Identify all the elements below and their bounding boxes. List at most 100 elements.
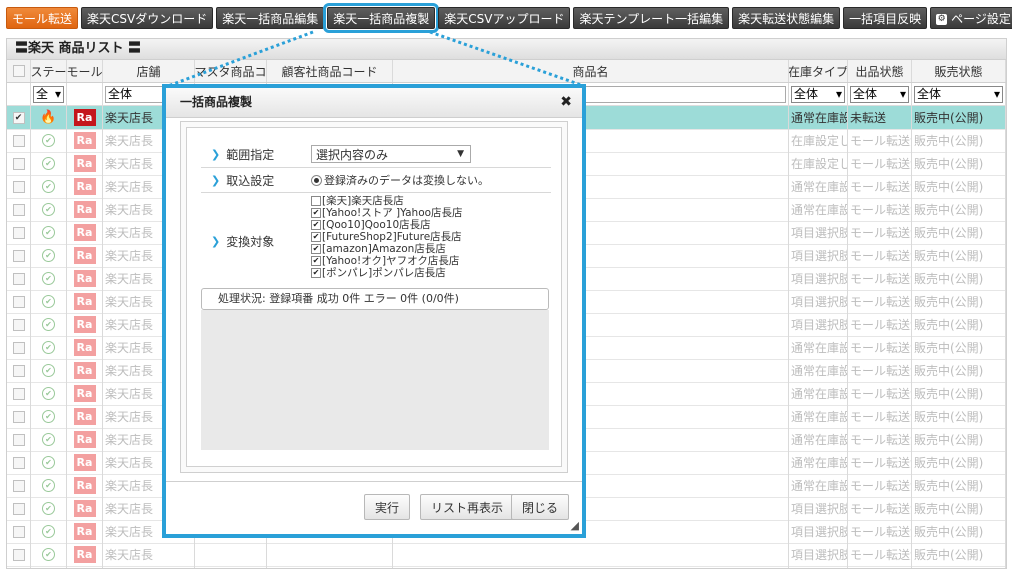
listing-status: モール転送済 bbox=[850, 525, 911, 539]
close-button[interactable]: 閉じる bbox=[511, 494, 570, 520]
check-circle-icon: ✔ bbox=[42, 134, 55, 147]
row-checkbox[interactable] bbox=[12, 364, 25, 377]
rakuten-template-bulk-edit-button[interactable]: 楽天テンプレート一括編集 bbox=[573, 7, 730, 29]
target-option[interactable]: ✔ [Qoo10]Qoo10店長店 bbox=[311, 219, 551, 231]
sales-status: 販売中(公開) bbox=[914, 111, 984, 125]
check-circle-icon: ✔ bbox=[42, 410, 55, 423]
header-mall[interactable]: モール bbox=[67, 60, 103, 82]
header-select-all[interactable] bbox=[7, 60, 31, 82]
target-checkbox-list: [楽天]楽天店長店 ✔ [Yahoo!ストア ]Yahoo店長店 ✔ [Qoo10]Qo… bbox=[309, 193, 551, 289]
row-checkbox[interactable] bbox=[12, 341, 25, 354]
table-row[interactable]: ✔ Ra 楽天店長 項目選択肢モール転送済販売中(公開) bbox=[7, 543, 1006, 567]
header-product-name[interactable]: 商品名 bbox=[393, 60, 789, 82]
stock-type-filter[interactable]: 全体 ▾ bbox=[791, 85, 845, 103]
rakuten-badge: Ra bbox=[73, 293, 96, 310]
row-checkbox[interactable] bbox=[12, 387, 25, 400]
target-checkbox[interactable]: ✔ bbox=[311, 244, 321, 254]
target-option[interactable]: ✔ [amazon]Amazon店長店 bbox=[311, 243, 551, 255]
store-name: 楽天店長 bbox=[105, 134, 154, 148]
header-status[interactable]: ステー bbox=[31, 60, 67, 82]
target-checkbox[interactable] bbox=[311, 196, 321, 206]
check-circle-icon: ✔ bbox=[42, 180, 55, 193]
check-circle-icon: ✔ bbox=[42, 272, 55, 285]
row-checkbox[interactable] bbox=[12, 410, 25, 423]
row-checkbox[interactable] bbox=[12, 548, 25, 561]
target-checkbox[interactable]: ✔ bbox=[311, 232, 321, 242]
rakuten-bulk-edit-button[interactable]: 楽天一括商品編集 bbox=[216, 7, 325, 29]
store-name: 楽天店長 bbox=[105, 203, 154, 217]
rakuten-badge: Ra bbox=[73, 477, 96, 494]
listing-status: モール転送済 bbox=[850, 249, 911, 263]
stock-type: 項目選択肢 bbox=[791, 249, 848, 263]
target-checkbox[interactable]: ✔ bbox=[311, 220, 321, 230]
select-all-checkbox[interactable] bbox=[12, 65, 25, 77]
rakuten-transfer-status-edit-button[interactable]: 楽天転送状態編集 bbox=[732, 7, 841, 29]
mall-transfer-button[interactable]: モール転送 bbox=[6, 7, 79, 29]
stock-type: 項目選択肢 bbox=[791, 295, 848, 309]
close-icon[interactable]: ✖ bbox=[560, 88, 572, 117]
sales-status: 販売中(公開) bbox=[914, 295, 984, 309]
row-checkbox[interactable] bbox=[12, 502, 25, 515]
row-checkbox[interactable] bbox=[12, 318, 25, 331]
resize-grip-icon[interactable]: ◢ bbox=[571, 519, 579, 532]
row-checkbox[interactable] bbox=[12, 456, 25, 469]
row-checkbox[interactable] bbox=[12, 157, 25, 170]
status-filter[interactable]: 全 ▾ bbox=[33, 85, 64, 103]
sales-status: 販売中(公開) bbox=[914, 272, 984, 286]
bulk-item-apply-button[interactable]: 一括項目反映 bbox=[843, 7, 928, 29]
sales-status: 販売中(公開) bbox=[914, 433, 984, 447]
row-checkbox[interactable] bbox=[12, 134, 25, 147]
flame-icon: 🔥 bbox=[40, 110, 57, 125]
header-customer-code[interactable]: 顧客社商品コード bbox=[267, 60, 393, 82]
stock-type: 項目選択肢 bbox=[791, 502, 848, 516]
stock-type: 通常在庫設 bbox=[791, 203, 848, 217]
rakuten-csv-download-button[interactable]: 楽天CSVダウンロード bbox=[81, 7, 214, 29]
target-checkbox[interactable]: ✔ bbox=[311, 268, 321, 278]
listing-status: モール転送済 bbox=[850, 157, 911, 171]
row-checkbox[interactable] bbox=[12, 479, 25, 492]
row-checkbox[interactable] bbox=[12, 249, 25, 262]
header-store[interactable]: 店舗 bbox=[103, 60, 195, 82]
range-select[interactable]: 選択内容のみ ▼ bbox=[311, 145, 471, 163]
run-button[interactable]: 実行 bbox=[364, 494, 411, 520]
row-checkbox[interactable] bbox=[12, 433, 25, 446]
sales-status: 販売中(公開) bbox=[914, 203, 984, 217]
header-listing-status[interactable]: 出品状態 bbox=[848, 60, 912, 82]
row-checkbox[interactable] bbox=[12, 295, 25, 308]
range-label: ❯ 範囲指定 bbox=[211, 147, 275, 162]
row-checkbox[interactable] bbox=[12, 203, 25, 216]
rakuten-badge: Ra bbox=[73, 385, 96, 402]
target-option[interactable]: ✔ [ポンパレ]ポンパレ店長店 bbox=[311, 267, 551, 279]
redisplay-list-button[interactable]: リスト再表示 bbox=[420, 494, 515, 520]
check-circle-icon: ✔ bbox=[42, 525, 55, 538]
rakuten-bulk-duplicate-button[interactable]: 楽天一括商品複製 bbox=[323, 3, 440, 33]
listing-status: モール転送済 bbox=[850, 341, 911, 355]
target-option[interactable]: [楽天]楽天店長店 bbox=[311, 195, 551, 207]
listing-status: モール転送済 bbox=[850, 410, 911, 424]
target-label: [ポンパレ]ポンパレ店長店 bbox=[322, 267, 446, 279]
sales-filter[interactable]: 全体 ▾ bbox=[914, 85, 1003, 103]
listing-status: モール転送済 bbox=[850, 502, 911, 516]
target-label: [Yahoo!オク]ヤフオク店長店 bbox=[322, 255, 460, 267]
target-checkbox[interactable]: ✔ bbox=[311, 208, 321, 218]
target-checkbox[interactable]: ✔ bbox=[311, 256, 321, 266]
listing-filter[interactable]: 全体 ▾ bbox=[850, 85, 909, 103]
page-settings-button[interactable]: ⚙ ページ設定 bbox=[930, 7, 1012, 29]
row-checkbox[interactable] bbox=[12, 180, 25, 193]
header-sales-status[interactable]: 販売状態 bbox=[912, 60, 1006, 82]
row-checkbox[interactable] bbox=[12, 226, 25, 239]
store-name: 楽天店長 bbox=[105, 387, 154, 401]
target-option[interactable]: ✔ [Yahoo!ストア ]Yahoo店長店 bbox=[311, 207, 551, 219]
row-checkbox[interactable] bbox=[12, 525, 25, 538]
listing-status: モール転送済 bbox=[850, 456, 911, 470]
target-option[interactable]: ✔ [Yahoo!オク]ヤフオク店長店 bbox=[311, 255, 551, 267]
import-radio[interactable] bbox=[311, 174, 322, 186]
header-master-code[interactable]: マスタ商品コ bbox=[195, 60, 267, 82]
row-checkbox[interactable] bbox=[12, 272, 25, 285]
rakuten-csv-upload-button[interactable]: 楽天CSVアップロード bbox=[438, 7, 571, 29]
check-circle-icon: ✔ bbox=[42, 318, 55, 331]
header-stock-type[interactable]: 在庫タイプ bbox=[789, 60, 848, 82]
dialog-titlebar[interactable]: 一括商品複製 ✖ bbox=[166, 88, 582, 118]
row-checkbox[interactable]: ✔ bbox=[12, 111, 25, 124]
target-option[interactable]: ✔ [FutureShop2]Future店長店 bbox=[311, 231, 551, 243]
